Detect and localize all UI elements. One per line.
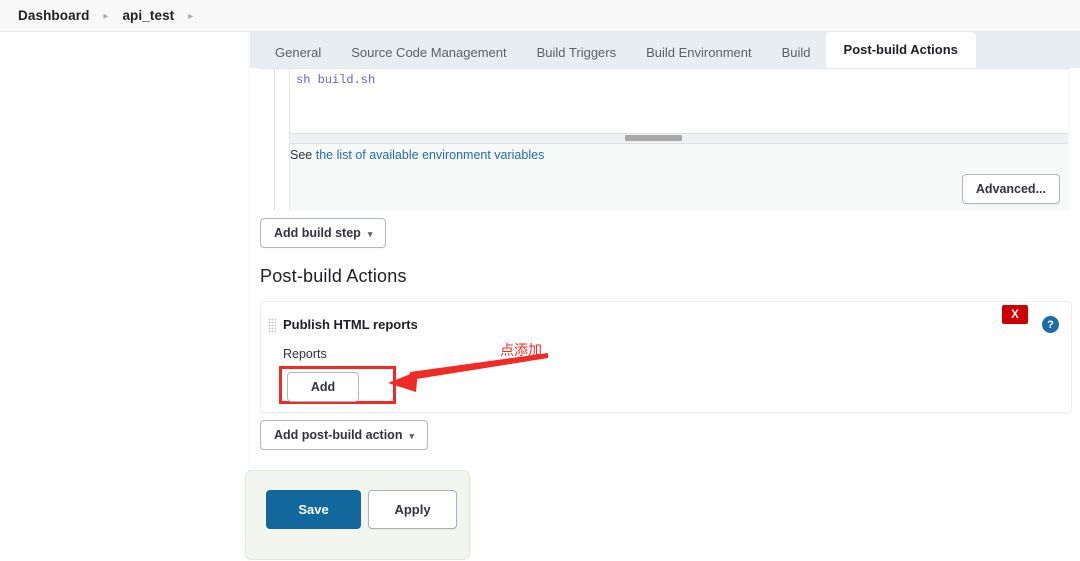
- form-actions-footer: Save Apply: [245, 470, 470, 560]
- add-post-build-action-button[interactable]: Add post-build action ▾: [260, 420, 428, 450]
- editor-gutter-left: [260, 69, 275, 211]
- add-report-button[interactable]: Add: [287, 372, 359, 402]
- breadcrumb-dropdown-icon[interactable]: ▸: [188, 12, 193, 22]
- post-build-actions-heading: Post-build Actions: [260, 266, 407, 287]
- add-post-build-action-label: Add post-build action: [274, 428, 402, 442]
- reports-field-label: Reports: [283, 347, 327, 361]
- breadcrumb: Dashboard ▸ api_test ▸: [0, 0, 1080, 32]
- help-icon[interactable]: ?: [1042, 316, 1059, 333]
- tab-post-build-actions[interactable]: Post-build Actions: [826, 32, 976, 68]
- config-content-panel: sh build.sh See the list of available en…: [250, 68, 1080, 561]
- add-build-step-row: Add build step ▾: [260, 218, 386, 248]
- breadcrumb-item-api-test[interactable]: api_test: [122, 8, 174, 23]
- chevron-down-icon: ▾: [368, 229, 373, 240]
- tab-general[interactable]: General: [260, 38, 336, 68]
- environment-variables-link[interactable]: the list of available environment variab…: [316, 148, 545, 162]
- advanced-button[interactable]: Advanced...: [962, 174, 1060, 204]
- chevron-down-icon: ▾: [409, 431, 414, 442]
- environment-variables-hint: See the list of available environment va…: [290, 148, 544, 162]
- save-button[interactable]: Save: [266, 490, 361, 529]
- add-post-build-action-row: Add post-build action ▾: [260, 420, 428, 450]
- add-build-step-label: Add build step: [274, 226, 361, 240]
- config-tab-bar: General Source Code Management Build Tri…: [250, 32, 1080, 68]
- build-step-block: sh build.sh See the list of available en…: [260, 68, 1070, 211]
- tab-build-triggers[interactable]: Build Triggers: [522, 38, 631, 68]
- publish-html-reports-title: Publish HTML reports: [283, 317, 418, 332]
- env-hint-prefix: See: [290, 148, 316, 162]
- delete-publisher-button[interactable]: X: [1002, 305, 1028, 324]
- drag-handle-icon[interactable]: [268, 318, 276, 334]
- editor-scrollbar-thumb[interactable]: [625, 135, 682, 141]
- breadcrumb-separator-icon: ▸: [103, 12, 108, 22]
- editor-horizontal-scrollbar[interactable]: [290, 133, 1068, 144]
- editor-gutter-inner: [275, 69, 290, 211]
- advanced-button-row: Advanced...: [290, 174, 1060, 204]
- publish-html-reports-panel: Publish HTML reports X ? Reports Add: [260, 301, 1072, 413]
- breadcrumb-item-dashboard[interactable]: Dashboard: [18, 8, 89, 23]
- shell-command-text: sh build.sh: [290, 69, 1068, 87]
- tab-source-code-management[interactable]: Source Code Management: [336, 38, 521, 68]
- apply-button[interactable]: Apply: [368, 490, 457, 529]
- shell-command-editor[interactable]: sh build.sh: [290, 69, 1068, 133]
- tab-build-environment[interactable]: Build Environment: [631, 38, 767, 68]
- tab-build[interactable]: Build: [767, 38, 826, 68]
- add-build-step-button[interactable]: Add build step ▾: [260, 218, 386, 248]
